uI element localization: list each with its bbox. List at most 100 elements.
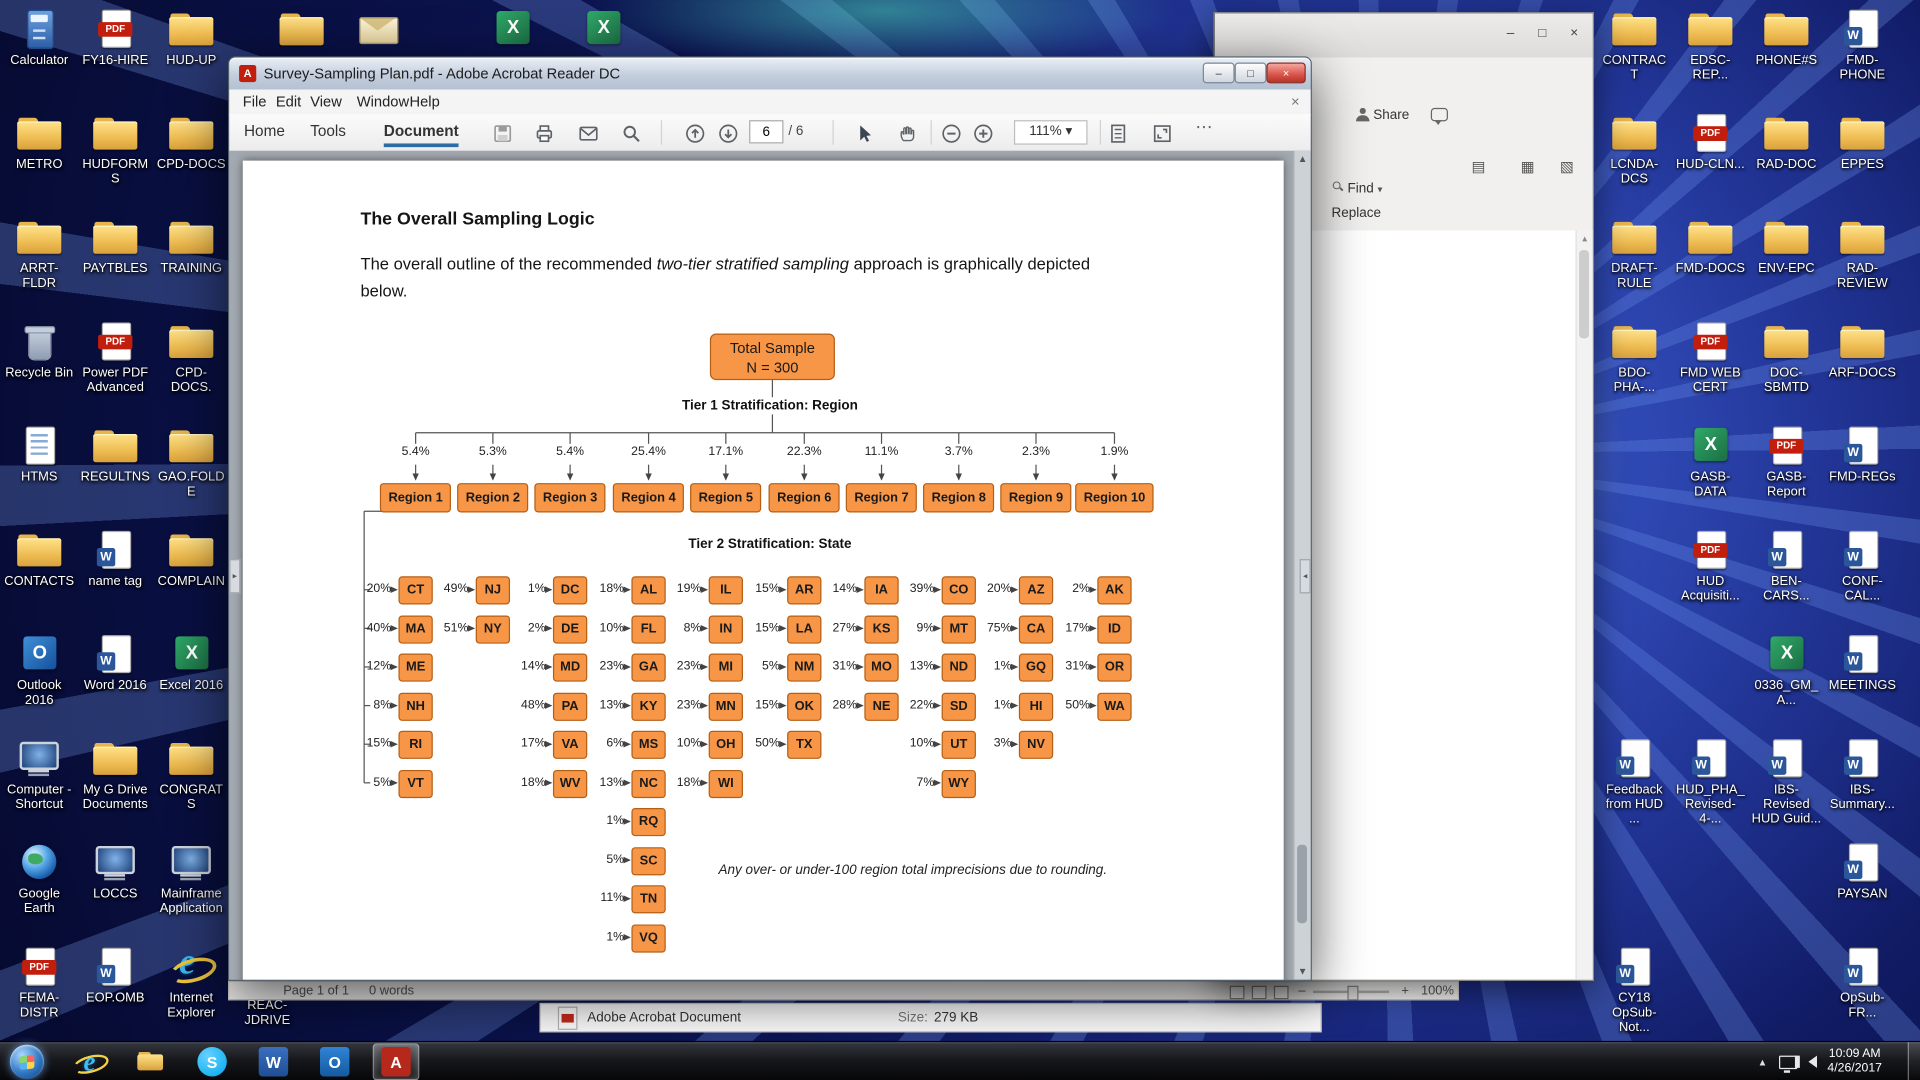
start-button[interactable] xyxy=(10,1045,44,1079)
desktop-icon-0336-gm-a[interactable]: 0336_GM_A... xyxy=(1750,635,1824,707)
desktop-icon-contacts[interactable]: CONTACTS xyxy=(2,531,76,589)
desktop-icon-arrt-fldr[interactable]: ARRT-FLDR xyxy=(2,218,76,290)
zoom-percent[interactable]: 100% xyxy=(1421,983,1454,999)
desktop-icon-conf-cal[interactable]: CONF-CAL... xyxy=(1826,531,1900,603)
desktop-icon-cpd-docs[interactable]: CPD-DOCS. xyxy=(154,322,228,394)
word-scrollbar[interactable]: ▴ xyxy=(1575,230,1592,979)
word-close-button[interactable]: × xyxy=(1561,23,1588,43)
taskbar-app-skype[interactable]: S xyxy=(189,1043,236,1080)
scroll-up-icon[interactable]: ▲ xyxy=(1295,151,1311,167)
desktop-icon-complain[interactable]: COMPLAIN xyxy=(154,531,228,589)
desktop-icon-hudforms[interactable]: HUDFORMS xyxy=(78,114,152,186)
word-scrollbar-thumb[interactable] xyxy=(1579,250,1589,338)
acrobat-title-bar[interactable]: A Survey-Sampling Plan.pdf - Adobe Acrob… xyxy=(229,58,1310,90)
taskbar-app-explorer[interactable] xyxy=(128,1043,175,1080)
show-desktop-button[interactable] xyxy=(1908,1042,1920,1080)
desktop-icon-hud-acquisiti[interactable]: HUD Acquisiti... xyxy=(1674,531,1748,603)
tray-expand-icon[interactable]: ▲ xyxy=(1758,1056,1768,1067)
scrolling-view-icon[interactable] xyxy=(1107,123,1129,145)
desktop-icon-training[interactable]: TRAINING xyxy=(154,218,228,276)
page-number-input[interactable] xyxy=(749,120,783,143)
desktop-icon-ben-cars[interactable]: BEN-CARS... xyxy=(1750,531,1824,603)
word-page-count[interactable]: Page 1 of 1 xyxy=(283,983,349,999)
desktop-icon-excel[interactable] xyxy=(566,10,640,49)
menu-edit[interactable]: Edit xyxy=(271,92,306,112)
zoom-in-icon[interactable] xyxy=(972,123,994,145)
desktop-icon-hud-pha-revised-4[interactable]: HUD_PHA_ Revised- 4-... xyxy=(1674,739,1748,826)
word-restore-button[interactable]: □ xyxy=(1529,23,1556,43)
acrobat-scrollbar-thumb[interactable] xyxy=(1297,845,1307,923)
print-layout-icon[interactable] xyxy=(1252,986,1267,999)
menu-view[interactable]: View xyxy=(305,92,346,112)
search-icon[interactable] xyxy=(620,123,642,145)
close-pane-icon[interactable]: × xyxy=(1286,92,1304,112)
desktop-icon-htms[interactable]: HTMS xyxy=(2,427,76,485)
previous-page-icon[interactable] xyxy=(684,123,706,145)
desktop-icon-power-pdf-advanced[interactable]: Power PDF Advanced xyxy=(78,322,152,394)
desktop-icon-word-2016[interactable]: Word 2016 xyxy=(78,635,152,693)
desktop-icon-metro[interactable]: METRO xyxy=(2,114,76,172)
tab-document[interactable]: Document xyxy=(384,119,459,147)
view-option-2[interactable]: ▦ xyxy=(1517,156,1539,178)
desktop-icon-mainframe-application[interactable]: Mainframe Application xyxy=(154,844,228,916)
zoom-out-button[interactable]: – xyxy=(1298,983,1305,999)
read-mode-icon[interactable] xyxy=(1230,986,1245,999)
email-icon[interactable] xyxy=(577,123,599,145)
desktop-icon-fy16-hire[interactable]: FY16-HIRE xyxy=(78,10,152,68)
desktop-icon-google-earth[interactable]: Google Earth xyxy=(2,844,76,916)
desktop-icon-meetings[interactable]: MEETINGS xyxy=(1826,635,1900,693)
desktop-icon-draft-rule[interactable]: DRAFT-RULE xyxy=(1598,218,1672,290)
desktop-icon-computer-shortcut[interactable]: Computer - Shortcut xyxy=(2,739,76,811)
tab-tools[interactable]: Tools xyxy=(310,119,346,144)
taskbar-app-word[interactable]: W xyxy=(250,1043,297,1080)
zoom-slider-thumb[interactable] xyxy=(1347,986,1358,1001)
desktop-icon-hud-cln[interactable]: HUD-CLN... xyxy=(1674,114,1748,172)
find-button[interactable]: Find ▾ xyxy=(1331,180,1382,198)
desktop-icon-cy18-opsub-not[interactable]: CY18 OpSub-Not... xyxy=(1598,948,1672,1035)
taskbar-app-outlook[interactable]: O xyxy=(311,1043,358,1080)
speaker-icon[interactable] xyxy=(1808,1056,1817,1068)
desktop-icon-contract[interactable]: CONTRACT xyxy=(1598,10,1672,82)
desktop-icon-rad-doc[interactable]: RAD-DOC xyxy=(1750,114,1824,172)
nav-pane-toggle[interactable]: ▸ xyxy=(229,559,240,593)
desktop-icon-env-epc[interactable]: ENV-EPC xyxy=(1750,218,1824,276)
desktop-icon-phone-s[interactable]: PHONE#S xyxy=(1750,10,1824,68)
taskbar-app-ie[interactable]: e xyxy=(66,1043,113,1080)
desktop-icon-rad-review[interactable]: RAD-REVIEW xyxy=(1826,218,1900,290)
desktop-icon-doc-sbmtd[interactable]: DOC-SBMTD xyxy=(1750,322,1824,394)
print-icon[interactable] xyxy=(533,123,555,145)
desktop-icon-paysan[interactable]: PAYSAN xyxy=(1826,844,1900,902)
share-button[interactable]: Share xyxy=(1356,107,1409,124)
desktop-icon-envelope[interactable] xyxy=(341,10,415,49)
tools-pane-toggle[interactable]: ◂ xyxy=(1300,559,1311,593)
desktop-icon-edsc-rep[interactable]: EDSC-REP... xyxy=(1674,10,1748,82)
taskbar-app-acrobat[interactable]: A xyxy=(373,1043,420,1080)
desktop-icon-ibs-revised-hud-guid[interactable]: IBS- Revised HUD Guid... xyxy=(1750,739,1824,826)
desktop-icon-my-g-drive-documents[interactable]: My G Drive Documents xyxy=(78,739,152,811)
word-minimize-button[interactable]: – xyxy=(1497,23,1524,43)
next-page-icon[interactable] xyxy=(717,123,739,145)
minimize-button[interactable]: – xyxy=(1203,63,1235,84)
desktop-icon-fmd-phone[interactable]: FMD-PHONE xyxy=(1826,10,1900,82)
desktop-icon-folder[interactable] xyxy=(265,10,339,49)
desktop-icon-feedback-from-hud[interactable]: Feedback from HUD ... xyxy=(1598,739,1672,826)
desktop-icon-lcnda-dcs[interactable]: LCNDA-DCS xyxy=(1598,114,1672,186)
zoom-in-button[interactable]: + xyxy=(1401,983,1409,999)
desktop-icon-gasb-report[interactable]: GASB-Report xyxy=(1750,427,1824,499)
desktop-icon-fmd-docs[interactable]: FMD-DOCS xyxy=(1674,218,1748,276)
tab-home[interactable]: Home xyxy=(244,119,285,144)
desktop-icon-ibs-summary[interactable]: IBS- Summary... xyxy=(1826,739,1900,811)
word-word-count[interactable]: 0 words xyxy=(369,983,414,999)
close-button[interactable]: × xyxy=(1267,63,1306,84)
desktop-icon-fema-distr[interactable]: FEMA-DISTR xyxy=(2,948,76,1020)
zoom-out-icon[interactable] xyxy=(940,123,962,145)
zoom-level-dropdown[interactable]: 111% ▾ xyxy=(1014,120,1088,145)
fullscreen-icon[interactable] xyxy=(1151,123,1173,145)
desktop-icon-opsub-fr[interactable]: OpSub-FR... xyxy=(1826,948,1900,1020)
desktop-icon-hud-up[interactable]: HUD-UP xyxy=(154,10,228,68)
desktop-icon-gao-folde[interactable]: GAO.FOLDE xyxy=(154,427,228,499)
desktop-icon-regultns[interactable]: REGULTNS xyxy=(78,427,152,485)
desktop-icon-cpd-docs[interactable]: CPD-DOCS xyxy=(154,114,228,172)
desktop-icon-arf-docs[interactable]: ARF-DOCS xyxy=(1826,322,1900,380)
select-tool-icon[interactable] xyxy=(853,123,875,145)
